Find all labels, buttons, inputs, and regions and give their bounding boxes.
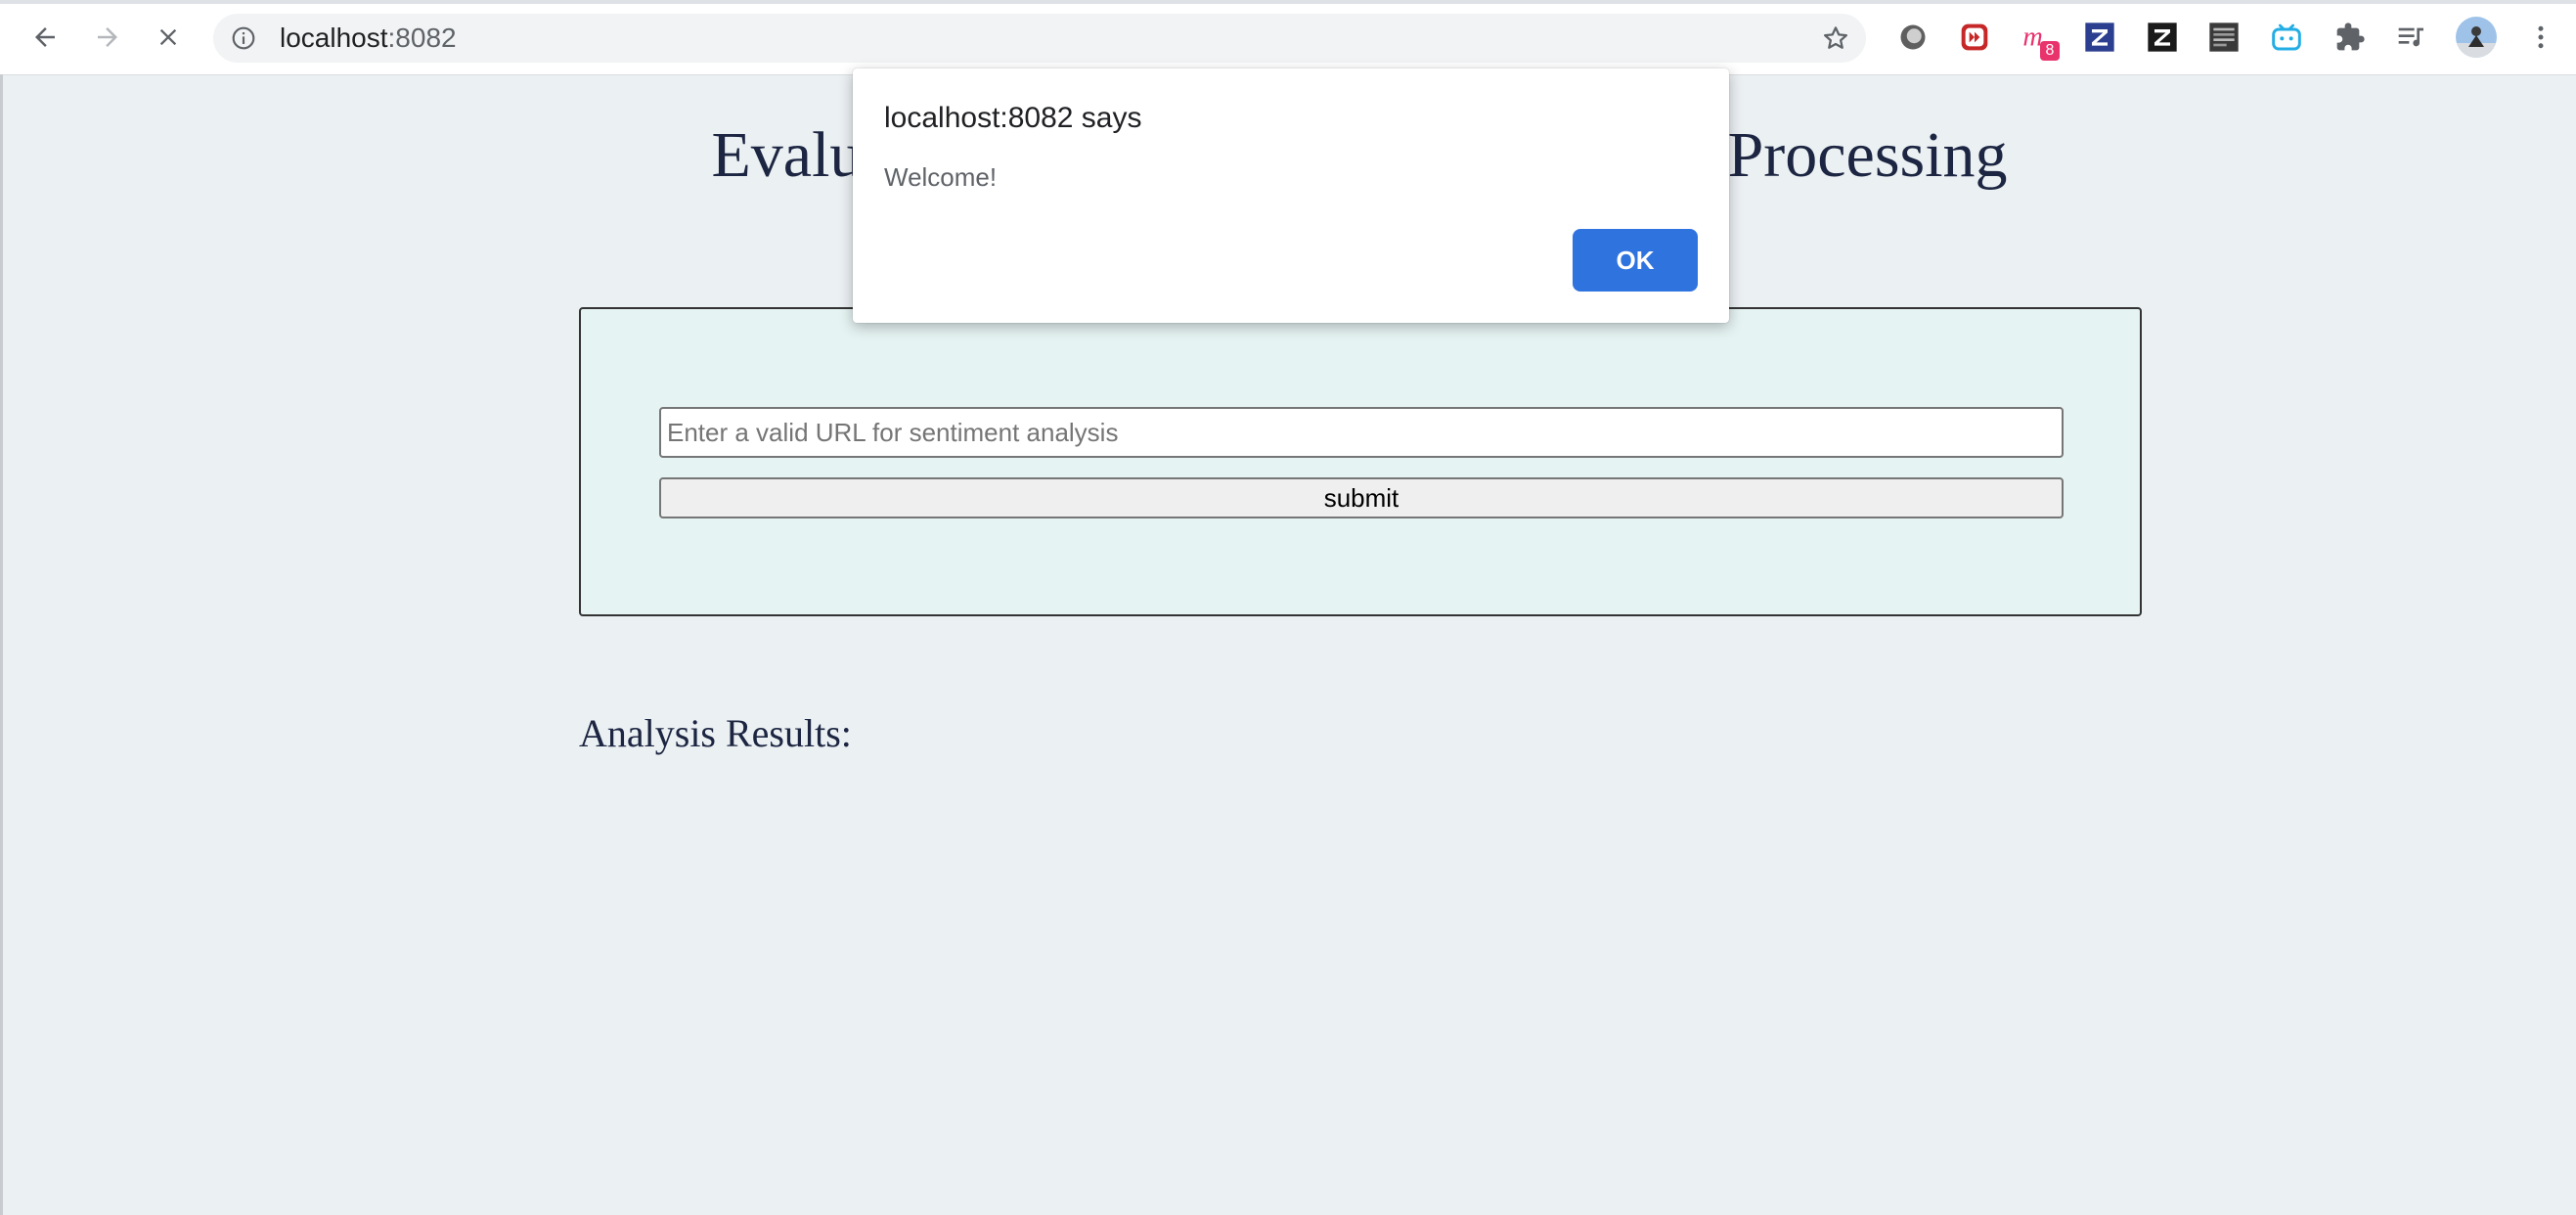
dialog-message: Welcome! bbox=[884, 162, 998, 192]
avatar[interactable] bbox=[2455, 16, 2498, 59]
ext-red-play-icon[interactable] bbox=[1955, 18, 1994, 57]
ext-zotero-blue-icon[interactable] bbox=[2080, 18, 2119, 57]
forward-button[interactable] bbox=[88, 18, 127, 57]
back-button[interactable] bbox=[25, 18, 65, 57]
submit-button[interactable]: submit bbox=[659, 477, 2064, 518]
dialog-title: localhost:8082 says bbox=[884, 102, 1142, 134]
url-port: :8082 bbox=[387, 22, 457, 53]
tab-strip-edge bbox=[0, 0, 2576, 4]
ext-gray-circle-icon[interactable] bbox=[1893, 18, 1932, 57]
results-heading: Analysis Results: bbox=[579, 711, 852, 755]
url-input[interactable] bbox=[659, 407, 2064, 458]
ext-news-icon[interactable] bbox=[2204, 18, 2243, 57]
puzzle-icon[interactable] bbox=[2331, 18, 2370, 57]
more-menu-icon[interactable] bbox=[2521, 18, 2560, 57]
bookmark-star-icon[interactable] bbox=[1821, 23, 1850, 53]
url-host: localhost bbox=[280, 22, 388, 53]
address-bar[interactable]: localhost:8082 bbox=[213, 14, 1866, 63]
alert-dialog: localhost:8082 says Welcome! OK bbox=[853, 68, 1729, 323]
info-icon[interactable] bbox=[231, 25, 256, 51]
window-edge bbox=[0, 74, 3, 1215]
ext-zotero-black-icon[interactable] bbox=[2143, 18, 2182, 57]
close-icon bbox=[159, 28, 177, 46]
extension-badge: 8 bbox=[2040, 41, 2060, 61]
back-arrow-icon bbox=[35, 27, 55, 47]
url-form: submit bbox=[579, 307, 2142, 616]
forward-arrow-icon bbox=[98, 27, 117, 47]
address-url[interactable]: localhost:8082 bbox=[280, 23, 457, 53]
media-queue-icon[interactable] bbox=[2392, 18, 2431, 57]
ext-m-icon[interactable]: m 8 bbox=[2019, 18, 2060, 61]
ok-button[interactable]: OK bbox=[1573, 229, 1698, 292]
stop-loading-button[interactable] bbox=[149, 18, 188, 57]
ext-bilibili-icon[interactable] bbox=[2267, 18, 2306, 57]
browser-toolbar: localhost:8082 m 8 bbox=[0, 0, 2576, 75]
